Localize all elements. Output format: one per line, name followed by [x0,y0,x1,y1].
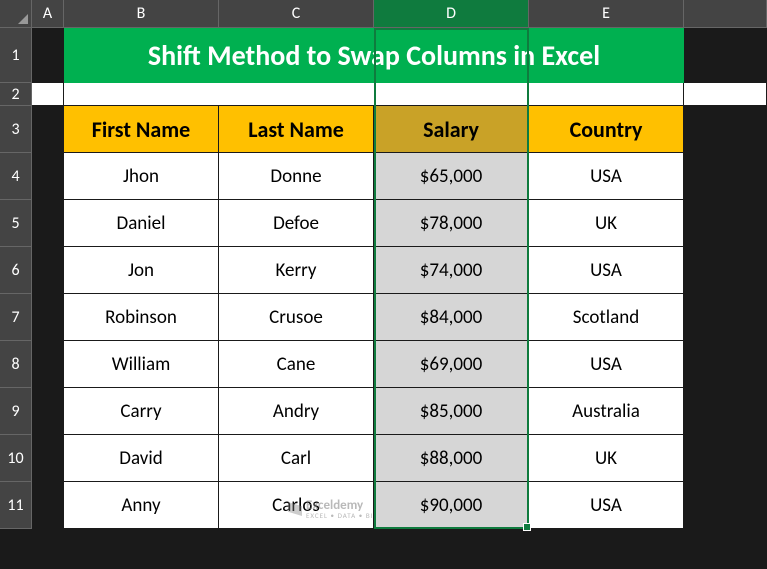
row-7: 7 Robinson Crusoe $84,000 Scotland [0,294,767,341]
col-header-a[interactable]: A [32,0,64,28]
cell-b10[interactable]: David [64,435,219,482]
cell-e4[interactable]: USA [529,153,684,200]
cell-c11[interactable]: Carlos [219,482,374,529]
row-10: 10 David Carl $88,000 UK [0,435,767,482]
row-3: 3 First Name Last Name Salary Country [0,106,767,153]
cell-e11[interactable]: USA [529,482,684,529]
cell-e7[interactable]: Scotland [529,294,684,341]
cell-f6[interactable] [684,247,767,294]
col-header-b[interactable]: B [64,0,219,28]
cell-a11[interactable] [32,482,64,529]
cell-e9[interactable]: Australia [529,388,684,435]
cell-d10[interactable]: $88,000 [374,435,529,482]
cell-f1[interactable] [684,28,767,83]
cell-f9[interactable] [684,388,767,435]
cell-f8[interactable] [684,341,767,388]
cell-c8[interactable]: Cane [219,341,374,388]
cell-d5[interactable]: $78,000 [374,200,529,247]
cell-f4[interactable] [684,153,767,200]
row-header-4[interactable]: 4 [0,153,32,200]
cell-c4[interactable]: Donne [219,153,374,200]
cell-b2[interactable] [64,83,219,106]
cell-b6[interactable]: Jon [64,247,219,294]
cell-a9[interactable] [32,388,64,435]
row-header-9[interactable]: 9 [0,388,32,435]
cell-b7[interactable]: Robinson [64,294,219,341]
cell-e10[interactable]: UK [529,435,684,482]
cell-f7[interactable] [684,294,767,341]
cell-b9[interactable]: Carry [64,388,219,435]
col-header-d[interactable]: D [374,0,529,28]
row-2: 2 [0,83,767,106]
row-header-1[interactable]: 1 [0,28,32,83]
row-header-11[interactable]: 11 [0,482,32,529]
row-4: 4 Jhon Donne $65,000 USA [0,153,767,200]
cell-c6[interactable]: Kerry [219,247,374,294]
cell-b5[interactable]: Daniel [64,200,219,247]
cell-e5[interactable]: UK [529,200,684,247]
cell-a1[interactable] [32,28,64,83]
row-header-7[interactable]: 7 [0,294,32,341]
header-first-name[interactable]: First Name [64,106,219,153]
row-header-5[interactable]: 5 [0,200,32,247]
header-country[interactable]: Country [529,106,684,153]
cell-b11[interactable]: Anny [64,482,219,529]
title-cell[interactable]: Shift Method to Swap Columns in Excel [64,28,684,83]
row-header-8[interactable]: 8 [0,341,32,388]
cell-a2[interactable] [32,83,64,106]
row-5: 5 Daniel Defoe $78,000 UK [0,200,767,247]
cell-b4[interactable]: Jhon [64,153,219,200]
cell-d9[interactable]: $85,000 [374,388,529,435]
row-6: 6 Jon Kerry $74,000 USA [0,247,767,294]
header-salary[interactable]: Salary [374,106,529,153]
cell-c2[interactable] [219,83,374,106]
cell-a7[interactable] [32,294,64,341]
row-9: 9 Carry Andry $85,000 Australia [0,388,767,435]
cell-a4[interactable] [32,153,64,200]
cell-f5[interactable] [684,200,767,247]
row-header-2[interactable]: 2 [0,83,32,106]
cell-d8[interactable]: $69,000 [374,341,529,388]
cell-d7[interactable]: $84,000 [374,294,529,341]
cell-a8[interactable] [32,341,64,388]
cell-e2[interactable] [529,83,684,106]
cell-d4[interactable]: $65,000 [374,153,529,200]
row-header-6[interactable]: 6 [0,247,32,294]
cell-e8[interactable]: USA [529,341,684,388]
cell-f11[interactable] [684,482,767,529]
row-header-10[interactable]: 10 [0,435,32,482]
cell-a6[interactable] [32,247,64,294]
row-8: 8 William Cane $69,000 USA [0,341,767,388]
cell-f3[interactable] [684,106,767,153]
cell-f2[interactable] [684,83,767,106]
column-header-row: A B C D E [0,0,767,28]
cell-c10[interactable]: Carl [219,435,374,482]
row-11: 11 Anny Carlos $90,000 USA [0,482,767,529]
header-last-name[interactable]: Last Name [219,106,374,153]
cell-d6[interactable]: $74,000 [374,247,529,294]
cell-d11[interactable]: $90,000 [374,482,529,529]
cell-f10[interactable] [684,435,767,482]
cell-c5[interactable]: Defoe [219,200,374,247]
cell-b8[interactable]: William [64,341,219,388]
cell-a3[interactable] [32,106,64,153]
cell-c7[interactable]: Crusoe [219,294,374,341]
col-header-e[interactable]: E [529,0,684,28]
col-header-c[interactable]: C [219,0,374,28]
cell-a5[interactable] [32,200,64,247]
select-all-corner[interactable] [0,0,32,28]
cell-c9[interactable]: Andry [219,388,374,435]
col-header-extra[interactable] [684,0,767,28]
cell-d2[interactable] [374,83,529,106]
cell-e6[interactable]: USA [529,247,684,294]
row-1: 1 Shift Method to Swap Columns in Excel [0,28,767,83]
row-header-3[interactable]: 3 [0,106,32,153]
cell-a10[interactable] [32,435,64,482]
